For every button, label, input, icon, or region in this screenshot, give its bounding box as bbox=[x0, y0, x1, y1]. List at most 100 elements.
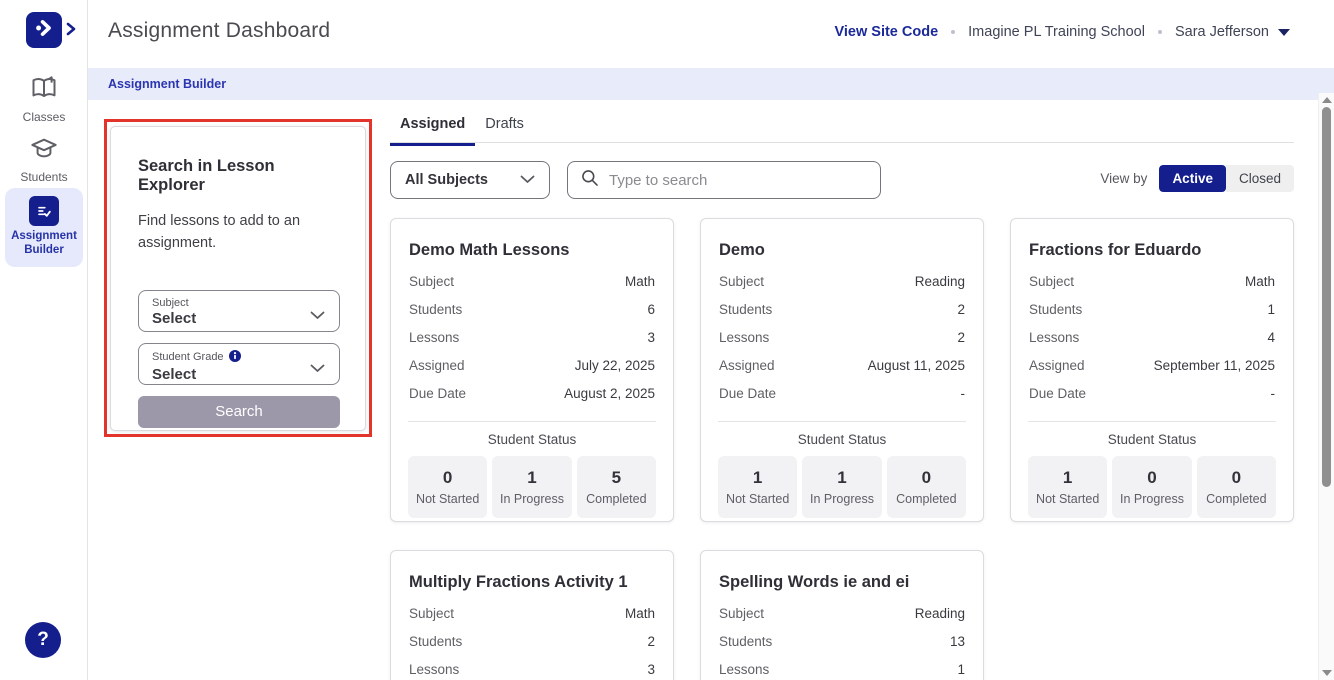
card-row: Due Date- bbox=[1028, 386, 1276, 414]
page-title: Assignment Dashboard bbox=[108, 19, 330, 43]
separator-dot bbox=[1158, 30, 1162, 34]
assignment-card[interactable]: Spelling Words ie and ei SubjectReading … bbox=[700, 550, 984, 680]
chevron-down-icon bbox=[520, 171, 535, 189]
row-label: Lessons bbox=[409, 662, 459, 677]
stat-completed: 5Completed bbox=[577, 456, 656, 518]
card-row: AssignedSeptember 11, 2025 bbox=[1028, 358, 1276, 386]
tab-label: Drafts bbox=[485, 116, 524, 132]
card-row: Lessons3 bbox=[408, 662, 656, 680]
sidebar-item-students[interactable]: Students bbox=[0, 136, 88, 184]
question-mark-icon: ? bbox=[37, 629, 49, 651]
view-by-label: View by bbox=[1100, 171, 1147, 186]
stat-value: 0 bbox=[1147, 468, 1156, 488]
all-subjects-dropdown[interactable]: All Subjects bbox=[390, 161, 550, 199]
row-value: 2 bbox=[647, 634, 655, 649]
card-title: Fractions for Eduardo bbox=[1028, 241, 1276, 260]
stat-label: In Progress bbox=[500, 492, 564, 506]
student-status-title: Student Status bbox=[408, 432, 656, 447]
tab-label: Assigned bbox=[400, 116, 465, 132]
row-value: Math bbox=[625, 274, 655, 289]
lesson-explorer-panel: Search in Lesson Explorer Find lessons t… bbox=[110, 126, 366, 431]
help-button[interactable]: ? bbox=[25, 622, 61, 658]
view-site-code-link[interactable]: View Site Code bbox=[834, 24, 938, 40]
info-icon[interactable] bbox=[229, 350, 241, 365]
breadcrumb[interactable]: Assignment Builder bbox=[108, 77, 226, 91]
row-value: 2 bbox=[957, 302, 965, 317]
tab-assigned[interactable]: Assigned bbox=[390, 110, 475, 146]
logo-arrow-icon bbox=[31, 15, 57, 46]
row-label: Subject bbox=[719, 606, 764, 621]
assignment-dashboard-app: Classes Students Assignment Builder ? As… bbox=[0, 0, 1334, 680]
sidebar-item-label: Students bbox=[20, 170, 67, 184]
student-grade-select[interactable]: Student Grade Select bbox=[138, 343, 340, 385]
row-label: Students bbox=[409, 302, 462, 317]
search-input[interactable] bbox=[609, 172, 868, 189]
row-value: 1 bbox=[1267, 302, 1275, 317]
view-by-control: View by Active Closed bbox=[1100, 165, 1294, 192]
stat-value: 5 bbox=[612, 468, 621, 488]
user-menu[interactable]: Sara Jefferson bbox=[1175, 24, 1290, 40]
sidebar-item-assignment-builder[interactable]: Assignment Builder bbox=[5, 188, 83, 267]
sidebar-item-classes[interactable]: Classes bbox=[0, 76, 88, 124]
separator-dot bbox=[951, 30, 955, 34]
search-button[interactable]: Search bbox=[138, 396, 340, 428]
scroll-down-icon[interactable] bbox=[1322, 670, 1332, 676]
assignment-card[interactable]: Fractions for Eduardo SubjectMath Studen… bbox=[1010, 218, 1294, 522]
sidebar-expand-icon[interactable] bbox=[66, 22, 78, 38]
stat-value: 1 bbox=[527, 468, 536, 488]
card-title: Spelling Words ie and ei bbox=[718, 573, 966, 592]
assignment-search-field bbox=[567, 161, 881, 199]
stat-label: Not Started bbox=[416, 492, 479, 506]
row-label: Assigned bbox=[719, 358, 775, 373]
stat-completed: 0 Completed bbox=[1197, 456, 1276, 518]
vertical-scrollbar[interactable] bbox=[1318, 93, 1334, 680]
row-label: Lessons bbox=[719, 330, 769, 345]
card-divider bbox=[408, 421, 656, 422]
card-row: SubjectMath bbox=[1028, 274, 1276, 302]
row-value: 6 bbox=[647, 302, 655, 317]
student-status-stats: 1Not Started 1In Progress 0Completed bbox=[718, 456, 966, 518]
row-value: 3 bbox=[647, 330, 655, 345]
stat-label: Completed bbox=[1206, 492, 1266, 506]
card-row: Due DateAugust 2, 2025 bbox=[408, 386, 656, 414]
assignment-card[interactable]: Demo Math Lessons SubjectMath Students6 … bbox=[390, 218, 674, 522]
row-value: 1 bbox=[957, 662, 965, 677]
subject-select-label: Subject bbox=[152, 297, 305, 309]
row-label: Lessons bbox=[719, 662, 769, 677]
stat-label: Completed bbox=[896, 492, 956, 506]
stat-value: 1 bbox=[753, 468, 762, 488]
card-row: Lessons2 bbox=[718, 330, 966, 358]
assignment-builder-icon bbox=[29, 196, 59, 226]
view-closed-button[interactable]: Closed bbox=[1226, 165, 1294, 192]
graduation-cap-icon bbox=[30, 136, 58, 167]
card-row: AssignedAugust 11, 2025 bbox=[718, 358, 966, 386]
row-label: Students bbox=[1029, 302, 1082, 317]
subject-select[interactable]: Subject Select bbox=[138, 290, 340, 332]
student-status-title: Student Status bbox=[718, 432, 966, 447]
row-value: Reading bbox=[915, 274, 965, 289]
imagine-learning-logo[interactable] bbox=[26, 12, 62, 48]
stat-value: 0 bbox=[1232, 468, 1241, 488]
sidebar-item-label: Assignment Builder bbox=[7, 229, 81, 258]
chevron-down-icon bbox=[310, 360, 325, 378]
stat-in-progress: 1In Progress bbox=[802, 456, 881, 518]
card-row: SubjectReading bbox=[718, 606, 966, 634]
scrollbar-thumb[interactable] bbox=[1322, 107, 1331, 487]
card-title: Demo bbox=[718, 241, 966, 260]
row-value: 4 bbox=[1267, 330, 1275, 345]
view-active-button[interactable]: Active bbox=[1159, 165, 1226, 192]
scroll-up-icon[interactable] bbox=[1322, 97, 1332, 103]
row-label: Students bbox=[719, 302, 772, 317]
assignment-card[interactable]: Multiply Fractions Activity 1 SubjectMat… bbox=[390, 550, 674, 680]
subject-select-value: Select bbox=[152, 310, 305, 327]
stat-label: In Progress bbox=[810, 492, 874, 506]
stat-label: Not Started bbox=[1036, 492, 1099, 506]
card-row: Lessons3 bbox=[408, 330, 656, 358]
row-label: Due Date bbox=[409, 386, 466, 401]
header-right: View Site Code Imagine PL Training Schoo… bbox=[834, 0, 1290, 64]
row-label: Assigned bbox=[409, 358, 465, 373]
assignment-card[interactable]: Demo SubjectReading Students2 Lessons2 A… bbox=[700, 218, 984, 522]
card-row: AssignedJuly 22, 2025 bbox=[408, 358, 656, 386]
user-name: Sara Jefferson bbox=[1175, 24, 1269, 40]
tab-drafts[interactable]: Drafts bbox=[475, 110, 534, 146]
